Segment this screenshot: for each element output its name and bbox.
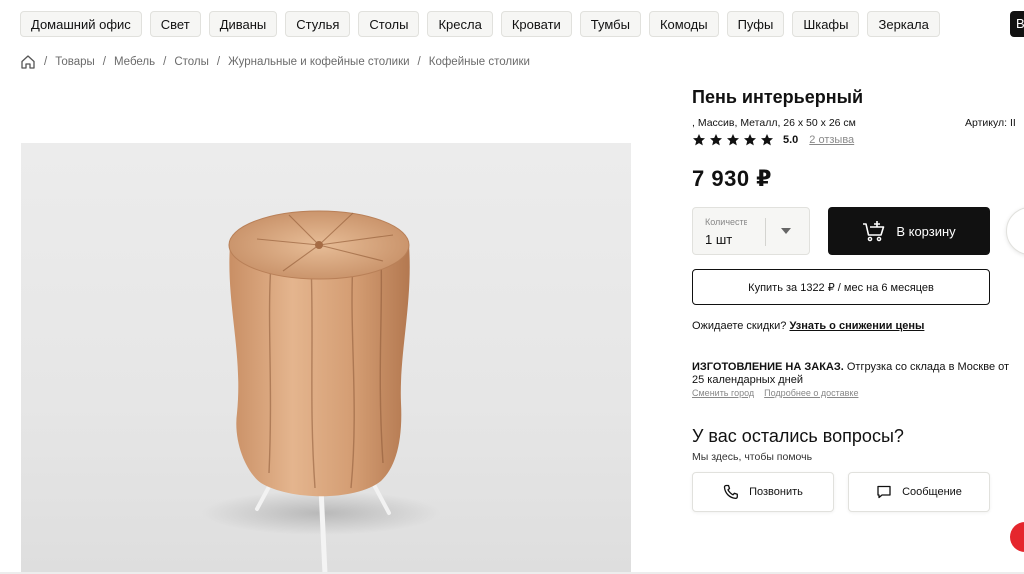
- breadcrumb-item[interactable]: Журнальные и кофейные столики: [228, 56, 409, 68]
- discount-notice: Ожидаете скидки? Узнать о снижении цены: [692, 320, 924, 332]
- installment-button[interactable]: Купить за 1322 ₽ / мес на 6 месяцев: [692, 269, 990, 305]
- call-label: Позвонить: [749, 486, 803, 498]
- product-photo[interactable]: [21, 143, 631, 574]
- category-chip[interactable]: Домашний офис: [20, 11, 142, 37]
- change-city-link[interactable]: Сменить город: [692, 388, 754, 398]
- message-button[interactable]: Сообщение: [848, 472, 990, 512]
- home-icon[interactable]: [20, 54, 36, 70]
- stump-illustration: [201, 210, 441, 574]
- category-chip[interactable]: Стулья: [285, 11, 351, 37]
- chat-bubble-icon: [877, 485, 891, 499]
- made-to-order-days: 25 календарных дней: [692, 374, 804, 386]
- add-to-cart-label: В корзину: [896, 223, 956, 239]
- quantity-value: 1 шт: [705, 232, 733, 247]
- category-chip[interactable]: Свет: [149, 11, 201, 37]
- delivery-details-link[interactable]: Подробнее о доставке: [764, 388, 858, 398]
- product-price: 7 930 ₽: [692, 166, 772, 191]
- cart-icon: [863, 221, 885, 242]
- product-title: Пень интерьерный: [692, 87, 864, 107]
- chevron-down-icon[interactable]: [781, 228, 791, 234]
- category-chip[interactable]: Пуфы: [726, 11, 785, 37]
- product-sku: Артикул: II: [965, 117, 1016, 129]
- made-to-order-text: Отгрузка со склада в Москве от: [846, 361, 1010, 373]
- quantity-label: Количество: [705, 217, 747, 227]
- category-chip[interactable]: Кресла: [427, 11, 493, 37]
- category-chip[interactable]: Шкафы: [792, 11, 860, 37]
- discount-text: Ожидаете скидки?: [692, 320, 787, 332]
- category-chip[interactable]: Столы: [358, 11, 420, 37]
- product-specs: , Массив, Металл, 26 x 50 x 26 см: [692, 117, 856, 129]
- breadcrumb: / Товары / Мебель / Столы / Журнальные и…: [20, 54, 530, 70]
- breadcrumb-item[interactable]: Столы: [174, 56, 209, 68]
- category-chip[interactable]: Тумбы: [579, 11, 641, 37]
- breadcrumb-item[interactable]: Кофейные столики: [429, 56, 530, 68]
- made-to-order-title: ИЗГОТОВЛЕНИЕ НА ЗАКАЗ.: [692, 361, 844, 373]
- favorite-button[interactable]: [1006, 207, 1024, 255]
- category-nav: Домашний офис Свет Диваны Стулья Столы К…: [20, 11, 940, 37]
- questions-subtitle: Мы здесь, чтобы помочь: [692, 451, 813, 463]
- category-chip-more[interactable]: В: [1010, 11, 1024, 37]
- star-icon: [710, 134, 722, 146]
- quantity-divider: [765, 218, 766, 246]
- reviews-link[interactable]: 2 отзыва: [809, 134, 854, 146]
- call-button[interactable]: Позвонить: [692, 472, 834, 512]
- category-chip[interactable]: Зеркала: [867, 11, 940, 37]
- breadcrumb-item[interactable]: Мебель: [114, 56, 155, 68]
- breadcrumb-item[interactable]: Товары: [55, 56, 95, 68]
- category-chip[interactable]: Кровати: [500, 11, 572, 37]
- questions-title: У вас остались вопросы?: [692, 426, 904, 446]
- quantity-select[interactable]: Количество 1 шт: [692, 207, 810, 255]
- category-chip[interactable]: Комоды: [648, 11, 719, 37]
- phone-icon: [723, 484, 739, 500]
- star-icon: [761, 134, 773, 146]
- star-icon: [744, 134, 756, 146]
- add-to-cart-button[interactable]: В корзину: [828, 207, 990, 255]
- price-drop-link[interactable]: Узнать о снижении цены: [789, 320, 924, 332]
- star-icon: [727, 134, 739, 146]
- delivery-links: Сменить город Подробнее о доставке: [692, 388, 858, 398]
- message-label: Сообщение: [902, 486, 962, 498]
- rating-score: 5.0: [783, 134, 799, 146]
- category-chip[interactable]: Диваны: [208, 11, 278, 37]
- star-icon: [693, 134, 705, 146]
- product-rating[interactable]: 5.0 2 отзыва: [692, 133, 854, 147]
- chat-widget-icon[interactable]: [1010, 522, 1024, 552]
- made-to-order-notice: ИЗГОТОВЛЕНИЕ НА ЗАКАЗ. Отгрузка со склад…: [692, 361, 1024, 387]
